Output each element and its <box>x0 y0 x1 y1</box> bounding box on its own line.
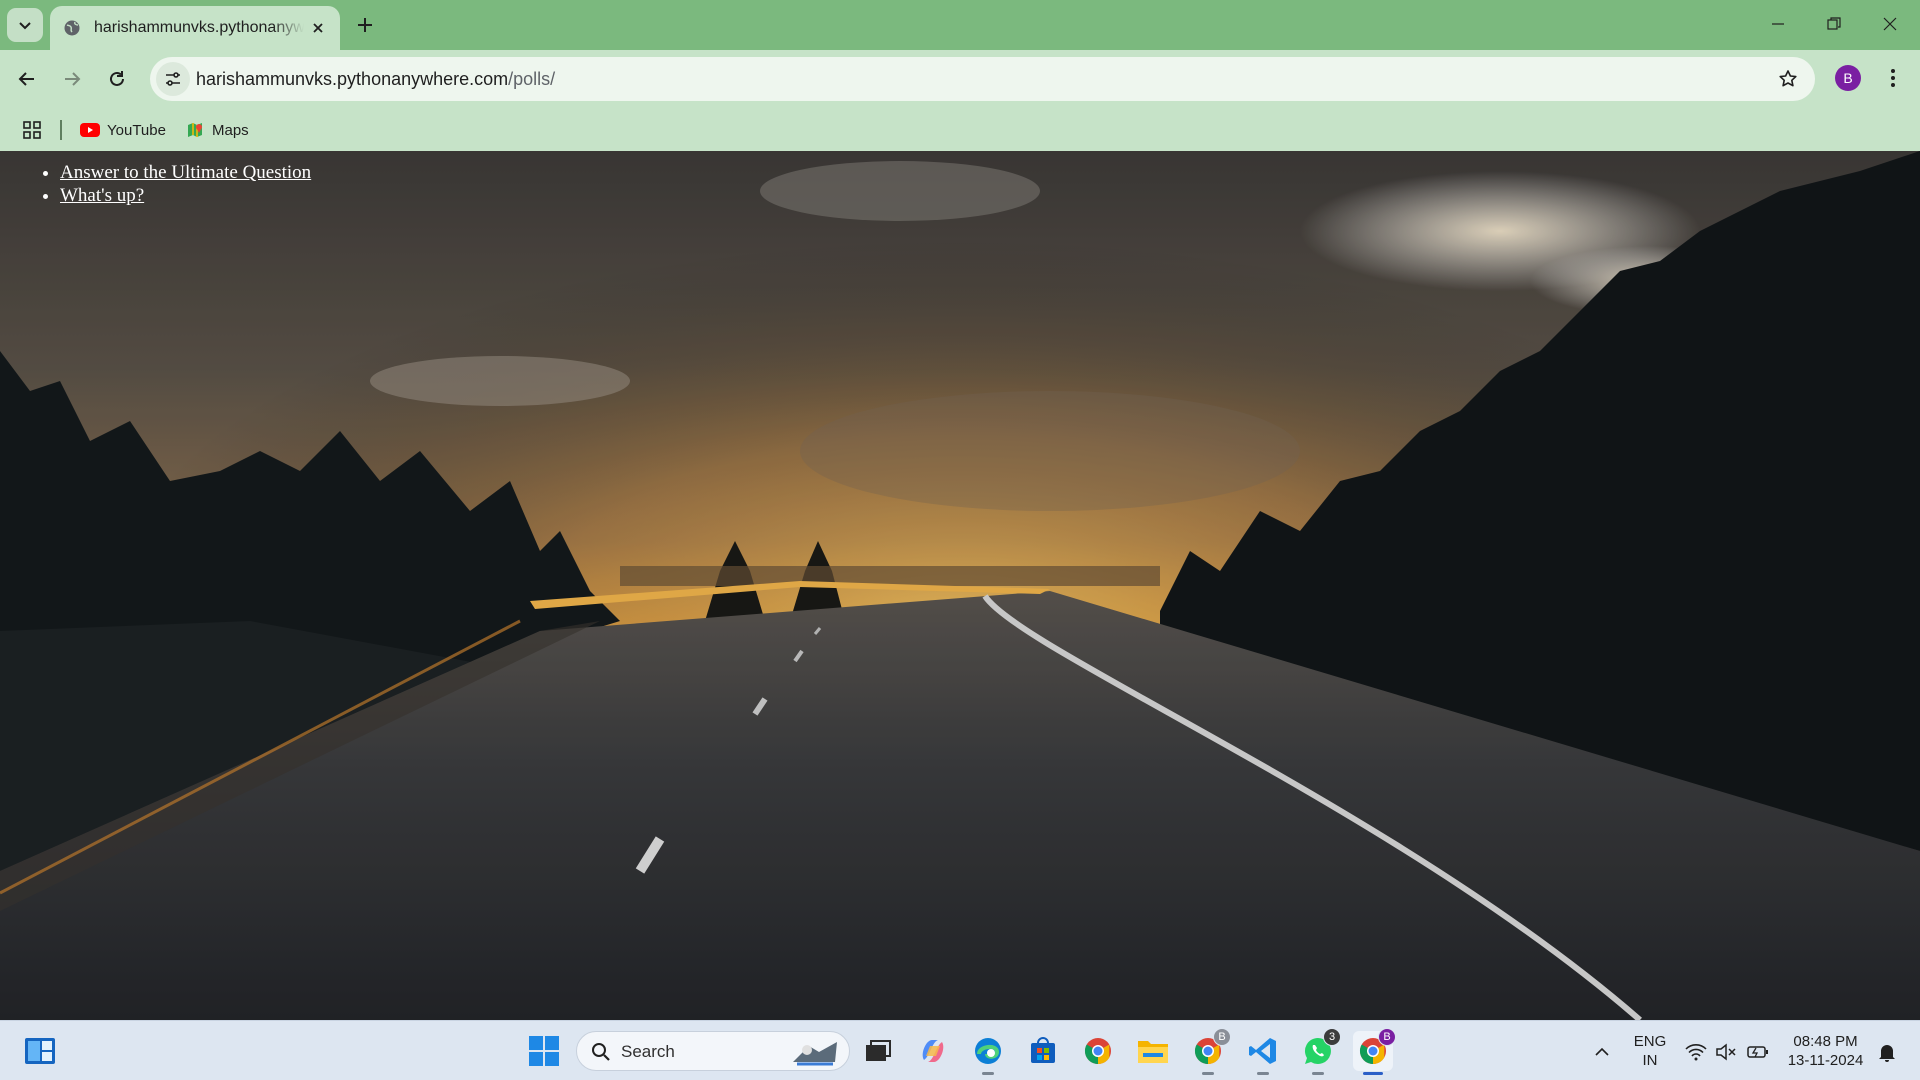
url-path: /polls/ <box>508 69 556 89</box>
language-line2: IN <box>1642 1052 1658 1069</box>
restore-button[interactable] <box>1806 0 1862 48</box>
tune-icon <box>166 72 180 86</box>
browser-tab-active[interactable]: harishammunvks.pythonanywhere.com/polls/ <box>50 6 340 50</box>
close-window-button[interactable] <box>1862 0 1918 48</box>
language-indicator[interactable]: ENG IN <box>1630 1032 1670 1070</box>
start-icon[interactable] <box>524 1031 564 1071</box>
tab-strip: harishammunvks.pythonanywhere.com/polls/ <box>0 0 1920 50</box>
arrow-left-icon <box>18 72 34 86</box>
close-tab-icon[interactable] <box>306 16 330 40</box>
arrow-right-icon <box>65 72 81 86</box>
chrome-profile-icon[interactable]: B <box>1188 1028 1231 1075</box>
volume-muted-icon[interactable] <box>1714 1040 1738 1064</box>
taskbar: Search B 3 B ENG IN 08:48 PM 13-11-2024 <box>0 1020 1920 1080</box>
bookmarks-divider <box>60 120 62 140</box>
search-label: Search <box>621 1042 675 1061</box>
site-info-button[interactable] <box>156 62 190 96</box>
notification-bell-icon[interactable] <box>1875 1040 1899 1064</box>
list-item: What's up? <box>60 184 311 207</box>
background-photo <box>0 151 1920 1020</box>
reload-icon <box>110 71 124 86</box>
youtube-icon <box>80 120 100 140</box>
forward-button[interactable] <box>54 61 90 97</box>
running-indicator <box>1202 1072 1214 1075</box>
bookmark-label: YouTube <box>107 121 166 139</box>
copilot-icon[interactable] <box>913 1031 953 1071</box>
list-item: Answer to the Ultimate Question <box>60 161 311 184</box>
profile-avatar[interactable]: B <box>1835 65 1861 91</box>
poll-list: Answer to the Ultimate Question What's u… <box>60 161 311 207</box>
bookmark-maps[interactable]: Maps <box>185 116 249 144</box>
chrome-icon[interactable] <box>1078 1031 1118 1071</box>
taskbar-search-box[interactable]: Search <box>576 1031 850 1071</box>
plus-icon <box>358 18 372 32</box>
edge-icon[interactable] <box>968 1031 1008 1075</box>
task-view-icon[interactable] <box>858 1031 898 1071</box>
maps-icon <box>185 120 205 140</box>
search-highlight-icon <box>793 1042 837 1066</box>
apps-grid-icon[interactable] <box>18 116 46 144</box>
store-icon[interactable] <box>1023 1031 1063 1071</box>
url-domain: harishammunvks.pythonanywhere.com <box>196 69 509 89</box>
whatsapp-icon[interactable]: 3 <box>1298 1028 1341 1075</box>
address-bar[interactable]: harishammunvks.pythonanywhere.com/polls/ <box>150 57 1815 101</box>
chevron-up-icon[interactable] <box>1590 1040 1614 1064</box>
bookmark-youtube[interactable]: YouTube <box>80 116 166 144</box>
poll-link[interactable]: Answer to the Ultimate Question <box>60 162 311 183</box>
chrome-active-icon[interactable]: B <box>1353 1028 1396 1075</box>
more-menu-icon[interactable] <box>1878 63 1908 93</box>
file-explorer-icon[interactable] <box>1133 1031 1173 1071</box>
back-button[interactable] <box>9 61 45 97</box>
active-indicator <box>1363 1072 1383 1075</box>
clock-time: 08:48 PM <box>1793 1033 1858 1050</box>
profile-badge: B <box>1213 1028 1231 1046</box>
profile-badge: B <box>1378 1028 1396 1046</box>
restore-icon <box>1827 17 1841 30</box>
bookmark-star-icon[interactable] <box>1775 66 1801 92</box>
bookmarks-bar: YouTube Maps <box>0 108 1920 151</box>
battery-icon[interactable] <box>1746 1040 1770 1064</box>
running-indicator <box>1257 1072 1269 1075</box>
clock-date: 13-11-2024 <box>1787 1052 1864 1069</box>
poll-link[interactable]: What's up? <box>60 185 144 206</box>
running-indicator <box>1312 1072 1324 1075</box>
tab-title: harishammunvks.pythonanywhere.com/polls/ <box>94 19 304 36</box>
vscode-icon[interactable] <box>1243 1031 1283 1075</box>
chevron-down-icon <box>19 22 31 30</box>
url-text[interactable]: harishammunvks.pythonanywhere.com/polls/ <box>196 69 555 90</box>
minimize-icon <box>1772 23 1784 25</box>
notification-badge: 3 <box>1323 1028 1341 1046</box>
minimize-button[interactable] <box>1750 0 1806 48</box>
reload-button[interactable] <box>99 61 135 97</box>
browser-toolbar: harishammunvks.pythonanywhere.com/polls/… <box>0 50 1920 108</box>
new-tab-button[interactable] <box>350 10 380 40</box>
widgets-icon[interactable] <box>20 1031 60 1071</box>
running-indicator <box>982 1072 994 1075</box>
language-line1: ENG <box>1633 1033 1667 1050</box>
search-icon <box>592 1043 610 1061</box>
clock[interactable]: 08:48 PM 13-11-2024 <box>1778 1032 1873 1070</box>
globe-icon <box>62 18 82 38</box>
wifi-icon[interactable] <box>1684 1040 1708 1064</box>
bookmark-label: Maps <box>212 121 249 139</box>
web-page: Answer to the Ultimate Question What's u… <box>0 151 1920 1020</box>
tab-search-button[interactable] <box>7 8 43 42</box>
close-icon <box>1883 17 1897 31</box>
